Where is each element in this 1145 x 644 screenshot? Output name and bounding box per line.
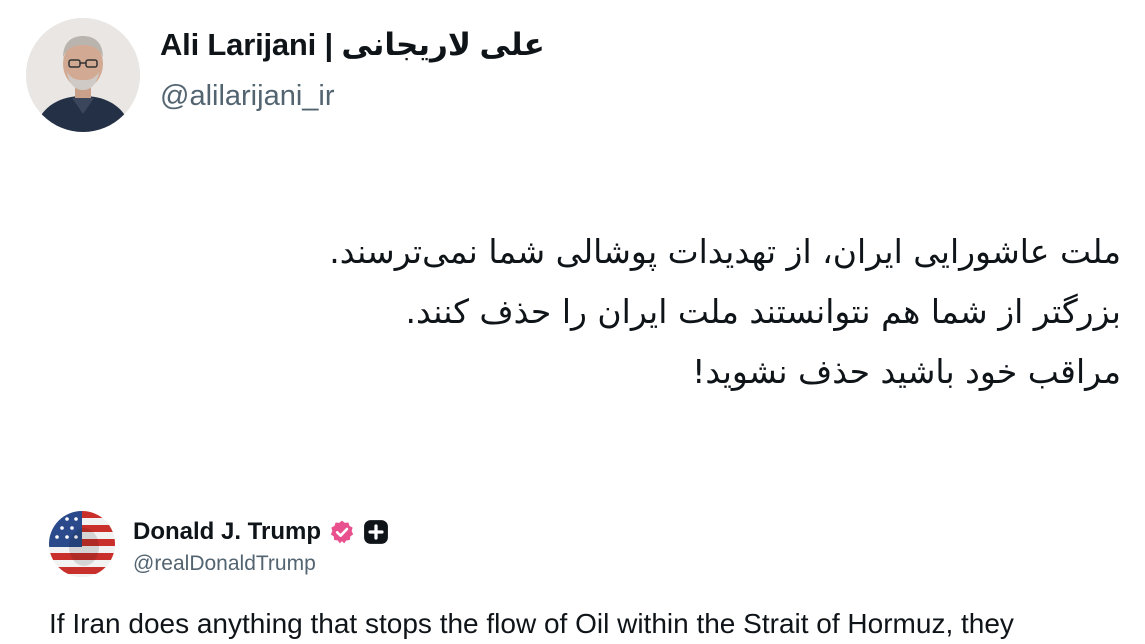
quoted-post-text: If Iran does anything that stops the flo… — [49, 608, 1014, 639]
post-text-line: بزرگتر از شما هم نتوانستند ملت ایران را … — [405, 292, 1121, 331]
author-handle[interactable]: @alilarijani_ir — [160, 80, 335, 113]
quoted-author-row: Donald J. Trump — [133, 518, 389, 546]
post-text-line: مراقب خود باشید حذف نشوید! — [692, 352, 1121, 391]
quoted-author-handle[interactable]: @realDonaldTrump — [133, 552, 316, 576]
avatar[interactable] — [26, 18, 140, 132]
author-name[interactable]: Ali Larijani | علی لاریجانی — [160, 27, 545, 63]
quoted-avatar[interactable] — [49, 511, 115, 577]
verified-badge-icon — [329, 519, 355, 545]
screenshot: Ali Larijani | علی لاریجانی @alilarijani… — [0, 0, 1145, 644]
post-text: ملت عاشورایی ایران، از تهدیدات پوشالی شم… — [141, 222, 1121, 402]
plus-badge-icon — [363, 519, 389, 545]
post-text-line: ملت عاشورایی ایران، از تهدیدات پوشالی شم… — [329, 232, 1121, 271]
flag-portrait-icon — [49, 511, 115, 577]
avatar-portrait-icon — [26, 18, 140, 132]
quoted-author-name[interactable]: Donald J. Trump — [133, 518, 321, 546]
